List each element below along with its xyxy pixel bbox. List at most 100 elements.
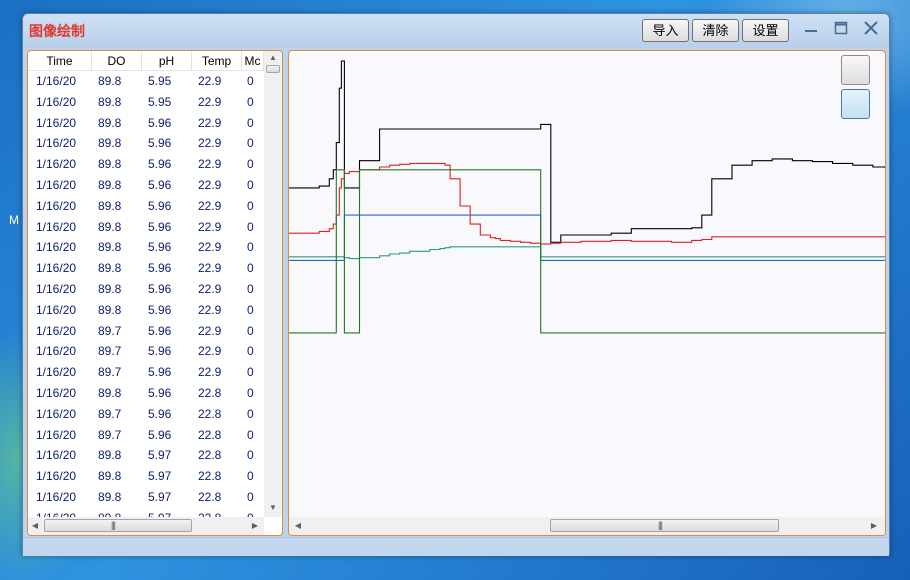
table-row[interactable]: 1/16/20 89.7 5.96 22.8 0 (28, 404, 264, 425)
grid-vscroll-thumb[interactable] (266, 65, 280, 73)
table-row[interactable]: 1/16/20 89.8 5.95 22.9 0 (28, 71, 264, 92)
table-cell: 5.96 (148, 157, 172, 172)
grid-body: 1/16/20 89.8 5.95 22.9 0 1/16/20 89.8 5.95 22.9 0… (28, 71, 264, 517)
scroll-right-icon[interactable]: ▶ (250, 521, 260, 530)
title-bar[interactable]: 图像绘制 导入 清除 设置 (23, 14, 889, 48)
import-button[interactable]: 导入 (642, 19, 689, 42)
table-cell: 0 (247, 240, 254, 255)
clear-button[interactable]: 清除 (692, 19, 739, 42)
table-cell: 89.7 (98, 344, 122, 359)
table-cell: 22.9 (198, 177, 222, 192)
series-line-2 (289, 214, 885, 261)
table-row[interactable]: 1/16/20 89.8 5.96 22.9 0 (28, 113, 264, 134)
grid-hscroll-thumb[interactable]: ||| (44, 519, 192, 532)
table-cell: 5.96 (148, 115, 172, 130)
table-cell: 1/16/20 (28, 508, 92, 517)
table-cell: 1/16/20 (36, 261, 77, 276)
table-row[interactable]: 1/16/20 89.8 5.96 22.9 0 (28, 133, 264, 154)
table-row[interactable]: 1/16/20 89.8 5.96 22.9 0 (28, 217, 264, 238)
window-title: 图像绘制 (29, 23, 85, 39)
table-row[interactable]: 1/16/20 89.8 5.96 22.9 0 (28, 279, 264, 300)
table-row[interactable]: 1/16/20 89.8 5.96 22.9 0 (28, 196, 264, 217)
table-row[interactable]: 1/16/20 89.8 5.96 22.9 0 (28, 175, 264, 196)
chart-hscroll-thumb[interactable]: ||| (550, 519, 779, 532)
table-cell: 0 (247, 489, 254, 504)
table-cell: 22.9 (198, 74, 222, 88)
table-cell: 5.96 (148, 281, 172, 296)
chart-toggle-button-1[interactable] (841, 55, 870, 85)
scroll-up-icon[interactable]: ▲ (264, 53, 282, 62)
table-cell: 1/16/20 (36, 323, 77, 338)
data-grid-panel: Time DO pH Temp Mc 1/16/20 89.8 5.95 22.9 0 1… (27, 50, 283, 536)
table-row[interactable]: 1/16/20 89.8 5.96 22.9 0 (28, 300, 264, 321)
table-cell: 5.95 (148, 74, 172, 88)
chart-scroll-left-icon[interactable]: ◀ (293, 521, 303, 530)
maximize-icon[interactable] (831, 20, 851, 40)
table-cell: 89.7 (98, 323, 122, 338)
table-cell: 0 (247, 136, 254, 151)
table-cell: 1/16/20 (36, 157, 77, 172)
table-cell: 5.96 (148, 136, 172, 151)
table-cell: 89.8 (98, 469, 122, 484)
column-header-mc[interactable]: Mc (242, 51, 264, 71)
grid-header: Time DO pH Temp Mc (28, 51, 264, 71)
table-row[interactable]: 1/16/2089.85.9722.80 (28, 445, 264, 466)
status-bar (23, 537, 889, 556)
table-cell: 1/16/20 (36, 344, 77, 359)
chart-panel: ◀ ||| ▶ (288, 50, 886, 536)
table-cell: 89.8 (98, 74, 122, 88)
table-row[interactable]: 1/16/20 89.7 5.96 22.9 0 (28, 362, 264, 383)
table-cell: 89.8 (92, 508, 142, 517)
table-row[interactable]: 1/16/20 89.8 5.96 22.9 0 (28, 258, 264, 279)
line-chart[interactable] (289, 51, 885, 517)
table-cell: 5.96 (148, 177, 172, 192)
scroll-down-icon[interactable]: ▼ (264, 503, 282, 512)
column-header-time[interactable]: Time (28, 51, 92, 71)
table-cell: 5.97 (148, 448, 172, 463)
column-header-do[interactable]: DO (92, 51, 142, 71)
chart-scroll-right-icon[interactable]: ▶ (869, 521, 879, 530)
table-cell: 1/16/20 (36, 240, 77, 255)
table-row[interactable]: 1/16/20 89.8 5.95 22.9 0 (28, 92, 264, 113)
table-row[interactable]: 1/16/2089.85.9722.80 (28, 466, 264, 487)
chart-toggle-button-2[interactable] (841, 89, 870, 119)
table-cell: 1/16/20 (36, 94, 77, 109)
grid-vertical-scrollbar[interactable]: ▲ ▼ (264, 51, 282, 517)
table-row[interactable]: 1/16/2089.85.9722.80 (28, 508, 264, 517)
table-cell: 22.9 (198, 240, 222, 255)
table-cell: 5.95 (148, 94, 172, 109)
table-cell: 1/16/20 (36, 385, 77, 400)
table-cell: 89.7 (98, 365, 122, 380)
minimize-icon[interactable] (801, 20, 821, 40)
table-row[interactable]: 1/16/20 89.7 5.96 22.9 0 (28, 341, 264, 362)
table-cell: 22.9 (198, 115, 222, 130)
settings-button[interactable]: 设置 (742, 19, 789, 42)
table-row[interactable]: 1/16/20 89.7 5.96 22.9 0 (28, 321, 264, 342)
table-cell: 89.8 (98, 448, 122, 463)
table-cell: 89.8 (98, 115, 122, 130)
grid-horizontal-scrollbar[interactable]: ◀ ||| ▶ (28, 517, 264, 535)
table-cell: 89.8 (98, 136, 122, 151)
table-cell: 1/16/20 (36, 136, 77, 151)
close-icon[interactable] (861, 20, 881, 40)
table-row[interactable]: 1/16/20 89.8 5.96 22.9 0 (28, 237, 264, 258)
table-cell: 0 (247, 177, 254, 192)
column-header-ph[interactable]: pH (142, 51, 192, 71)
table-cell: 22.9 (198, 219, 222, 234)
column-header-temp[interactable]: Temp (192, 51, 242, 71)
table-cell: 0 (247, 427, 254, 442)
table-cell: 5.96 (148, 219, 172, 234)
table-cell: 0 (247, 302, 254, 317)
table-cell: 89.8 (98, 240, 122, 255)
table-cell: 89.8 (98, 302, 122, 317)
scroll-left-icon[interactable]: ◀ (30, 521, 40, 530)
table-row[interactable]: 1/16/20 89.7 5.96 22.8 0 (28, 425, 264, 446)
chart-horizontal-scrollbar[interactable]: ◀ ||| ▶ (289, 517, 885, 535)
table-row[interactable]: 1/16/2089.85.9722.80 (28, 487, 264, 508)
table-cell: 5.96 (148, 365, 172, 380)
table-cell: 22.8 (192, 508, 242, 517)
table-row[interactable]: 1/16/20 89.8 5.96 22.8 0 (28, 383, 264, 404)
table-cell: 89.7 (98, 406, 122, 421)
table-row[interactable]: 1/16/20 89.8 5.96 22.9 0 (28, 154, 264, 175)
desktop-icon-label: M (9, 213, 19, 227)
